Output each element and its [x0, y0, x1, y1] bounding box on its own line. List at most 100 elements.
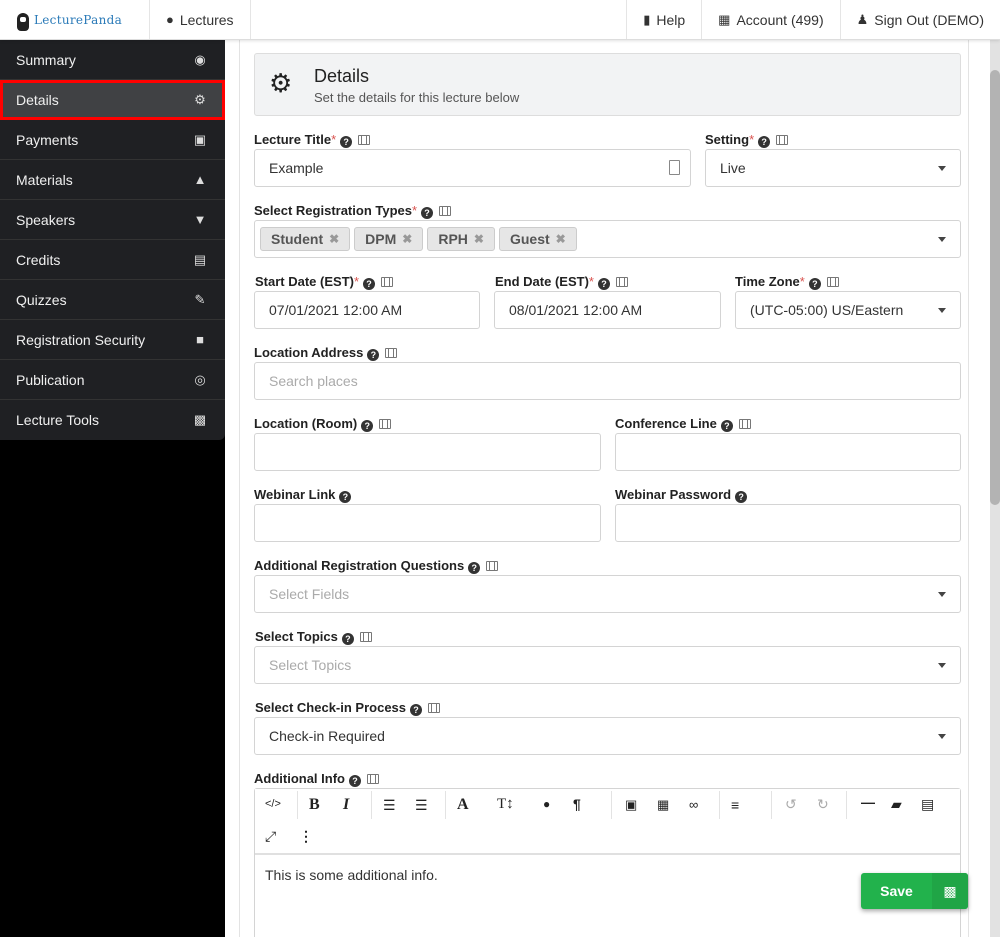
topics-label: Select Topics? — [255, 629, 372, 645]
color-drop-icon[interactable]: ● — [543, 798, 550, 810]
sidebar-item-label: Materials — [16, 171, 73, 188]
video-icon[interactable] — [358, 135, 371, 145]
sidebar-item-lecture-tools[interactable]: Lecture Tools ▩ — [0, 400, 225, 440]
video-icon[interactable] — [776, 135, 789, 145]
code-view-icon[interactable]: </> — [265, 799, 281, 810]
end-date-input[interactable]: 08/01/2021 12:00 AM — [494, 291, 721, 329]
font-family-icon[interactable]: A — [457, 797, 469, 813]
topics-select[interactable]: Select Topics — [254, 646, 961, 684]
scrollbar-thumb[interactable] — [990, 70, 1000, 505]
redo-icon[interactable]: ↻ — [817, 797, 829, 811]
help-icon[interactable]: ? — [363, 278, 376, 290]
help-icon[interactable]: ? — [340, 136, 353, 148]
editor-content[interactable]: This is some additional info. — [255, 855, 960, 895]
scrollbar[interactable] — [990, 40, 1000, 937]
fullscreen-icon[interactable]: ⤢ — [265, 829, 276, 843]
registration-types-multiselect[interactable]: Student ✖ DPM ✖ RPH ✖ Guest ✖ — [254, 220, 961, 258]
help-icon[interactable]: ? — [361, 420, 374, 432]
sidebar-item-summary[interactable]: Summary ◉ — [0, 40, 225, 80]
eraser-icon[interactable]: ▰ — [891, 797, 902, 811]
chevron-down-icon — [938, 308, 946, 313]
help-icon[interactable]: ? — [348, 775, 361, 787]
checkin-select[interactable]: Check-in Required — [254, 717, 961, 755]
nav-lectures[interactable]: ● Lectures — [150, 0, 251, 39]
start-date-input[interactable]: 07/01/2021 12:00 AM — [254, 291, 480, 329]
align-icon[interactable]: ≡ — [731, 798, 739, 812]
save-button[interactable]: Save ▩ — [861, 873, 968, 909]
remove-icon[interactable]: ✖ — [556, 232, 566, 246]
sidebar-item-publication[interactable]: Publication ◎ — [0, 360, 225, 400]
numbered-list-icon[interactable]: ☰ — [415, 798, 428, 812]
help-icon[interactable]: ? — [339, 491, 352, 503]
video-icon[interactable] — [615, 277, 628, 287]
bullet-list-icon[interactable]: ☰ — [383, 798, 396, 812]
location-room-label: Location (Room)? — [254, 416, 392, 432]
user-icon: ♟ — [856, 12, 869, 27]
nav-account-label: Account (499) — [736, 11, 824, 28]
help-icon[interactable]: ? — [410, 704, 423, 716]
help-icon[interactable]: ? — [720, 420, 733, 432]
video-icon[interactable] — [381, 277, 394, 287]
nav-signout[interactable]: ♟ Sign Out (DEMO) — [839, 0, 1000, 39]
help-icon[interactable]: ? — [367, 349, 380, 361]
italic-icon[interactable]: I — [343, 797, 349, 813]
video-icon[interactable] — [366, 774, 379, 784]
undo-icon[interactable]: ↺ — [785, 797, 797, 811]
image-icon[interactable]: ▣ — [625, 798, 637, 811]
bold-icon[interactable]: B — [309, 797, 320, 813]
sidebar-item-speakers[interactable]: Speakers ▼ — [0, 200, 225, 240]
video-icon[interactable] — [428, 703, 441, 713]
video-icon[interactable] — [826, 277, 839, 287]
setting-select[interactable]: Live — [705, 149, 961, 187]
lecture-title-input[interactable]: Example — [254, 149, 691, 187]
additional-questions-select[interactable]: Select Fields — [254, 575, 961, 613]
sidebar-item-credits[interactable]: Credits ▤ — [0, 240, 225, 280]
remove-icon[interactable]: ✖ — [474, 232, 484, 246]
sidebar-item-registration-security[interactable]: Registration Security ■ — [0, 320, 225, 360]
webinar-password-input[interactable] — [615, 504, 961, 542]
brand-logo[interactable]: LecturePanda — [0, 0, 150, 39]
globe-icon: ◎ — [194, 371, 206, 387]
sidebar-item-label: Speakers — [16, 211, 76, 228]
location-room-input[interactable] — [254, 433, 601, 471]
webinar-link-label: Webinar Link? — [254, 487, 352, 503]
video-icon[interactable] — [385, 348, 398, 358]
sidebar-item-quizzes[interactable]: Quizzes ✎ — [0, 280, 225, 320]
conference-line-input[interactable] — [615, 433, 961, 471]
location-address-input[interactable]: Search places — [254, 362, 961, 400]
sidebar-item-materials[interactable]: Materials ▲ — [0, 160, 225, 200]
webinar-link-input[interactable] — [254, 504, 601, 542]
nav-account[interactable]: ▦ Account (499) — [701, 0, 839, 39]
help-icon[interactable]: ? — [597, 278, 610, 290]
sidebar-item-label: Publication — [16, 371, 85, 388]
setting-label: Setting*? — [705, 132, 789, 148]
time-zone-select[interactable]: (UTC-05:00) US/Eastern — [735, 291, 961, 329]
video-icon[interactable] — [359, 632, 372, 642]
paragraph-icon[interactable]: ¶ — [573, 797, 581, 811]
briefcase-icon: ▩ — [193, 412, 207, 427]
table-icon[interactable]: ▦ — [657, 798, 669, 811]
horizontal-rule-icon[interactable]: — — [861, 795, 875, 809]
help-icon[interactable]: ? — [421, 207, 434, 219]
sidebar-item-details[interactable]: Details ⚙ — [0, 80, 225, 120]
sidebar-item-payments[interactable]: Payments ▣ — [0, 120, 225, 160]
link-icon[interactable]: ∞ — [689, 798, 698, 811]
remove-icon[interactable]: ✖ — [402, 232, 412, 246]
remove-icon[interactable]: ✖ — [329, 232, 339, 246]
help-icon[interactable]: ? — [758, 136, 771, 148]
help-icon[interactable]: ? — [468, 562, 481, 574]
video-icon[interactable] — [379, 419, 392, 429]
more-options-icon[interactable]: ⋮ — [299, 829, 313, 843]
help-icon[interactable]: ? — [735, 491, 748, 503]
grid-icon: ▦ — [718, 12, 731, 27]
video-icon[interactable] — [439, 206, 452, 216]
help-icon[interactable]: ? — [808, 278, 821, 290]
nav-help[interactable]: ▮ Help — [626, 0, 701, 39]
video-icon[interactable] — [738, 419, 751, 429]
brand-name: LecturePanda — [34, 12, 123, 27]
lock-icon: ■ — [196, 332, 204, 347]
font-size-icon[interactable]: T↕ — [497, 797, 514, 812]
video-icon[interactable] — [486, 561, 499, 571]
help-icon[interactable]: ? — [341, 633, 354, 645]
format-painter-icon[interactable]: ▤ — [921, 797, 934, 811]
